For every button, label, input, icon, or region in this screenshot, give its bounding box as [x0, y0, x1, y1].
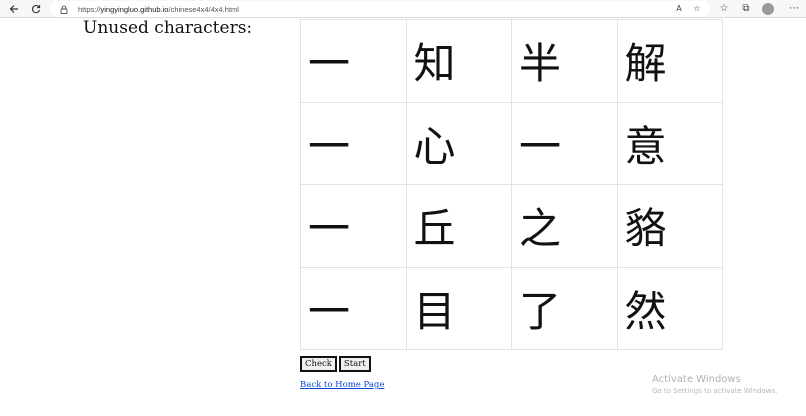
start-button[interactable]: Start	[338, 356, 371, 372]
character-grid: 一 知 半 解 一 心 一 意 一 丘 之 貉 一 目 了 然	[300, 19, 723, 350]
grid-cell[interactable]: 了	[511, 266, 618, 350]
grid-row: 一 知 半 解	[300, 19, 723, 103]
grid-cell[interactable]: 意	[616, 101, 723, 185]
grid-row: 一 目 了 然	[300, 266, 723, 350]
grid-cell[interactable]: 一	[300, 184, 407, 268]
read-aloud-icon[interactable]: A	[674, 4, 684, 14]
grid-row: 一 丘 之 貉	[300, 184, 723, 268]
check-button[interactable]: Check	[300, 356, 337, 372]
activate-windows-subtitle: Go to Settings to activate Windows.	[652, 387, 778, 395]
grid-cell[interactable]: 解	[616, 19, 723, 103]
grid-cell[interactable]: 目	[405, 266, 512, 350]
grid-cell[interactable]: 丘	[405, 184, 512, 268]
unused-characters-heading: Unused characters:	[83, 18, 253, 38]
grid-cell[interactable]: 心	[405, 101, 512, 185]
grid-row: 一 心 一 意	[300, 101, 723, 185]
url-text[interactable]: https://yingyingluo.github.io/chinese4x4…	[78, 5, 239, 14]
activate-windows-title: Activate Windows	[652, 374, 741, 385]
action-buttons: Check Start	[300, 356, 371, 372]
url-path: /chinese4x4/4x4.html	[168, 4, 239, 14]
url-host: yingyingluo.github.io	[100, 4, 169, 14]
back-icon[interactable]	[4, 0, 24, 18]
url-scheme: https://	[78, 4, 101, 14]
grid-cell[interactable]: 一	[300, 19, 407, 103]
refresh-icon[interactable]	[26, 0, 46, 18]
more-icon[interactable]: ⋯	[788, 3, 800, 15]
grid-cell[interactable]: 一	[511, 101, 618, 185]
grid-cell[interactable]: 一	[300, 266, 407, 350]
grid-cell[interactable]: 一	[300, 101, 407, 185]
browser-toolbar: https://yingyingluo.github.io/chinese4x4…	[0, 0, 806, 18]
grid-cell[interactable]: 然	[616, 266, 723, 350]
collections-icon[interactable]: ⧉	[740, 3, 752, 15]
favorite-add-icon[interactable]: ☆	[692, 4, 702, 14]
grid-cell[interactable]: 知	[405, 19, 512, 103]
address-bar[interactable]: https://yingyingluo.github.io/chinese4x4…	[50, 1, 710, 17]
favorites-icon[interactable]: ☆	[718, 3, 730, 15]
grid-cell[interactable]: 貉	[616, 184, 723, 268]
grid-cell[interactable]: 半	[511, 19, 618, 103]
grid-cell[interactable]: 之	[511, 184, 618, 268]
lock-icon[interactable]	[60, 4, 70, 14]
profile-icon[interactable]	[762, 3, 774, 15]
back-to-home-link[interactable]: Back to Home Page	[300, 380, 384, 390]
